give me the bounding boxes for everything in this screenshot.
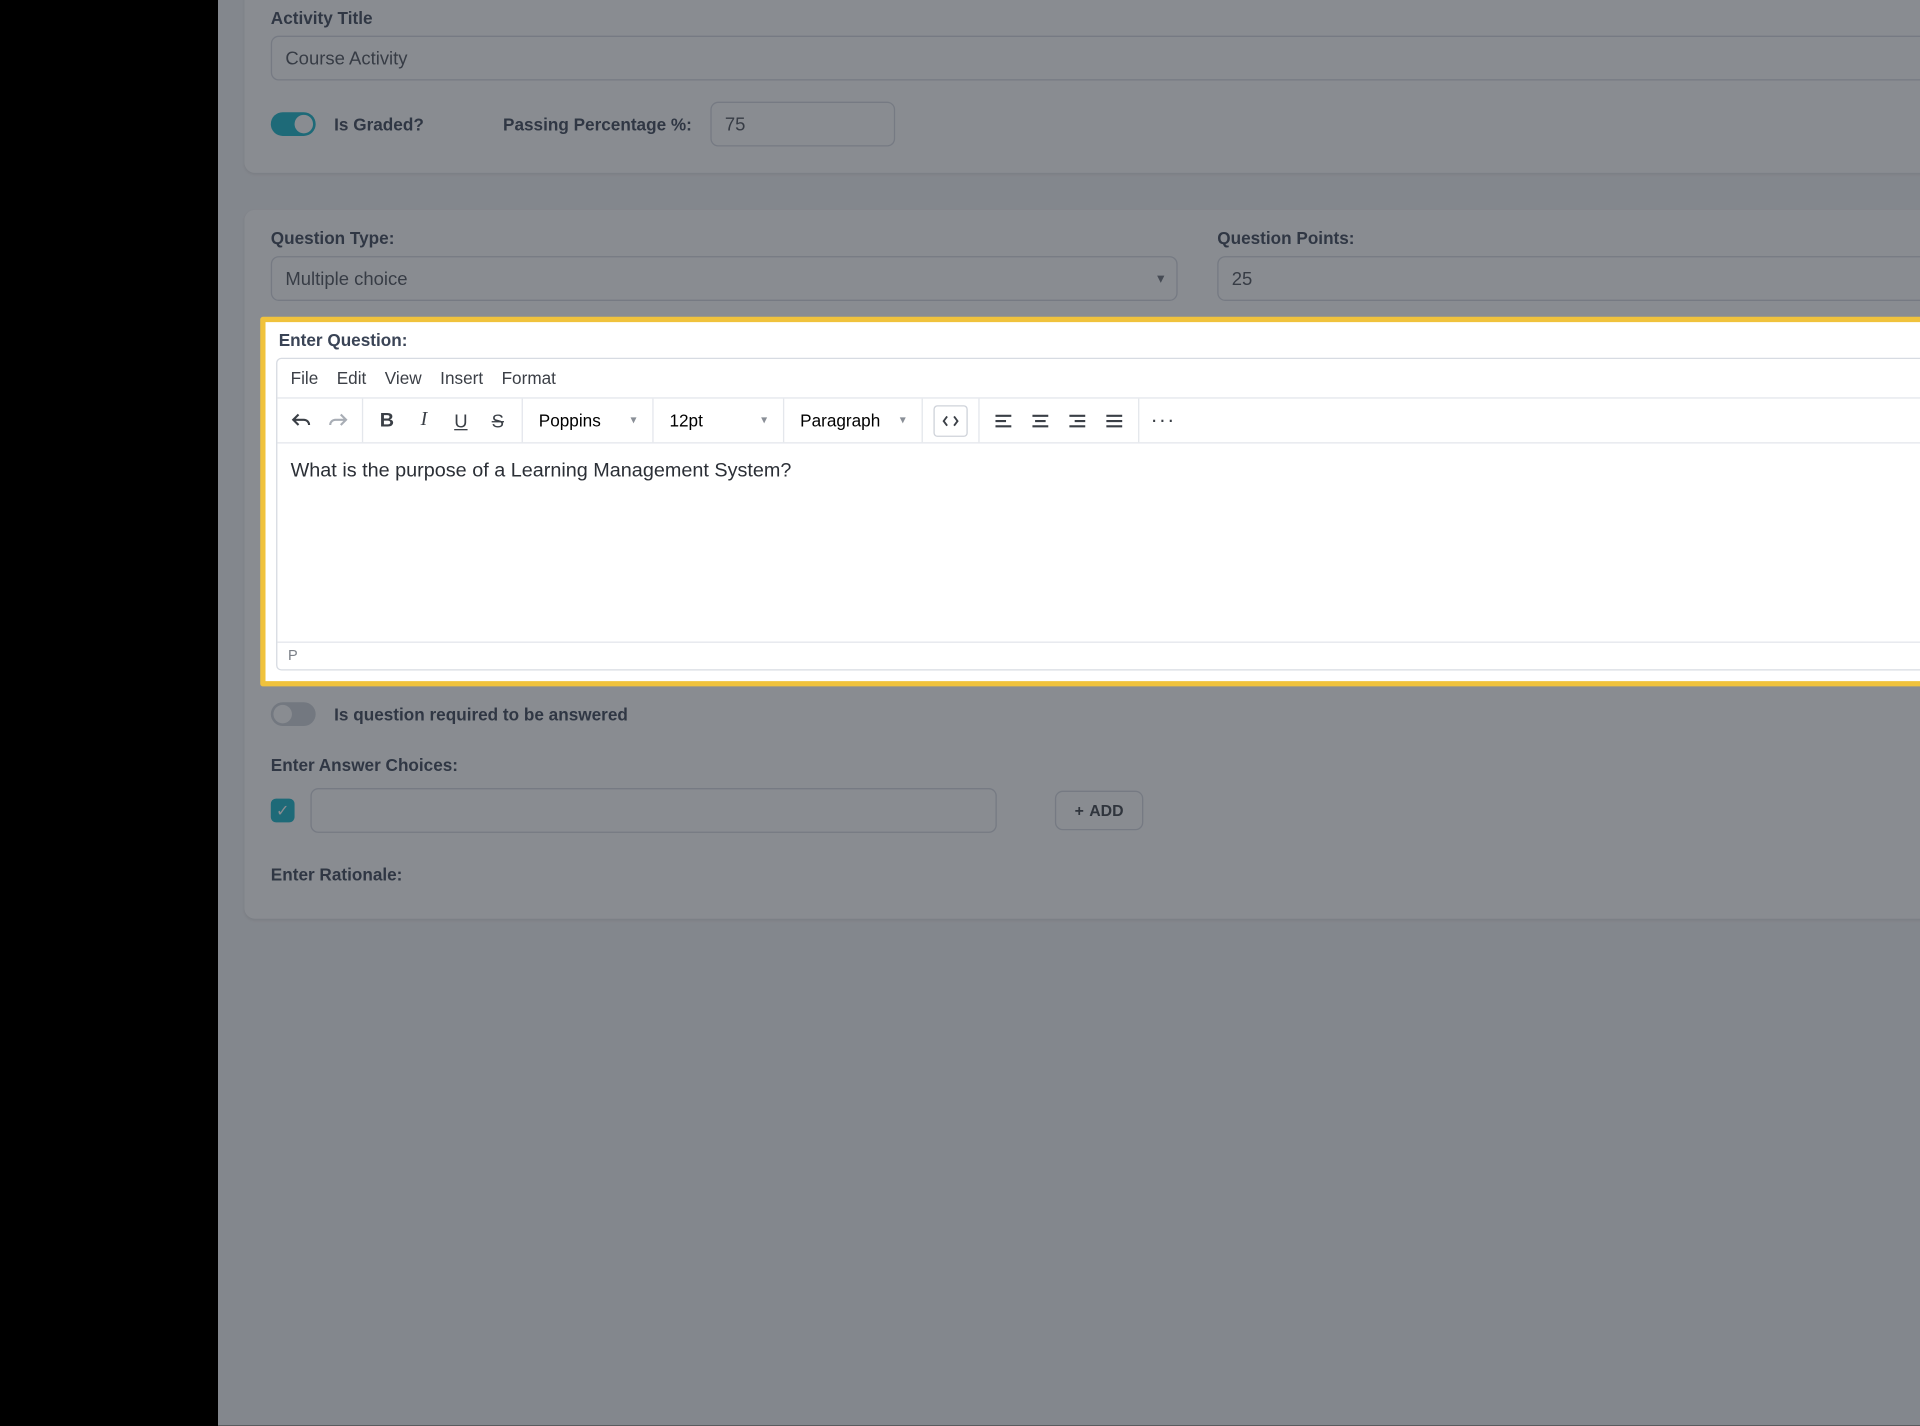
editor-content[interactable]: What is the purpose of a Learning Manage… xyxy=(277,444,1920,642)
align-left-button[interactable] xyxy=(985,402,1022,439)
chevron-down-icon: ▾ xyxy=(630,413,636,428)
answer-choice-input[interactable] xyxy=(310,788,996,833)
question-points-label: Question Points: xyxy=(1217,228,1920,248)
editor-toolbar: B I U S Poppins ▾ xyxy=(277,399,1920,444)
editor-path: P xyxy=(288,648,298,664)
italic-button[interactable]: I xyxy=(405,402,442,439)
question-type-label: Question Type: xyxy=(271,228,1178,248)
font-size-value: 12pt xyxy=(669,411,702,431)
menu-view[interactable]: View xyxy=(385,368,422,388)
is-graded-toggle[interactable] xyxy=(271,112,316,136)
chevron-down-icon: ▾ xyxy=(900,413,906,428)
strikethrough-button[interactable]: S xyxy=(479,402,516,439)
menu-format[interactable]: Format xyxy=(502,368,556,388)
plus-icon: + xyxy=(1075,801,1084,819)
underline-button[interactable]: U xyxy=(442,402,479,439)
enter-question-label: Enter Question: xyxy=(279,330,1920,350)
activity-title-label: Activity Title xyxy=(271,8,1920,28)
answer-correct-checkbox[interactable]: ✓ xyxy=(271,799,295,823)
rich-text-editor: File Edit View Insert Format xyxy=(276,358,1920,671)
is-graded-label: Is Graded? xyxy=(334,114,424,134)
chevron-down-icon: ▾ xyxy=(761,413,767,428)
activity-title-input[interactable] xyxy=(271,36,1920,81)
menu-edit[interactable]: Edit xyxy=(337,368,367,388)
passing-percentage-label: Passing Percentage %: xyxy=(503,114,692,134)
menu-insert[interactable]: Insert xyxy=(440,368,483,388)
add-answer-button[interactable]: + ADD xyxy=(1055,791,1143,831)
question-card: Question Type: ▾ Question Points: Enter … xyxy=(244,210,1920,919)
block-format-select[interactable]: Paragraph ▾ xyxy=(790,411,917,431)
align-center-button[interactable] xyxy=(1022,402,1059,439)
align-justify-button[interactable] xyxy=(1096,402,1133,439)
passing-percentage-input[interactable] xyxy=(710,102,895,147)
enter-question-highlight: Enter Question: File Edit View Insert Fo… xyxy=(260,317,1920,687)
menu-file[interactable]: File xyxy=(291,368,319,388)
editor-menubar: File Edit View Insert Format xyxy=(277,359,1920,399)
redo-button[interactable] xyxy=(320,402,357,439)
activity-settings-card: Activity Title Is Graded? Passing Percen… xyxy=(244,0,1920,173)
font-family-value: Poppins xyxy=(539,411,601,431)
editor-statusbar: P 9 WORDS xyxy=(277,642,1920,670)
more-button[interactable]: ··· xyxy=(1145,402,1182,439)
question-required-toggle[interactable] xyxy=(271,702,316,726)
rationale-label: Enter Rationale: xyxy=(271,865,1920,885)
add-answer-label: ADD xyxy=(1089,801,1123,819)
code-button[interactable] xyxy=(933,405,967,437)
font-family-select[interactable]: Poppins ▾ xyxy=(528,411,647,431)
answer-choices-label: Enter Answer Choices: xyxy=(271,755,1920,775)
bold-button[interactable]: B xyxy=(368,402,405,439)
align-right-button[interactable] xyxy=(1059,402,1096,439)
block-format-value: Paragraph xyxy=(800,411,880,431)
question-points-input[interactable] xyxy=(1217,256,1920,301)
undo-button[interactable] xyxy=(283,402,320,439)
question-required-label: Is question required to be answered xyxy=(334,704,628,724)
font-size-select[interactable]: 12pt ▾ xyxy=(659,411,778,431)
question-type-select[interactable] xyxy=(271,256,1178,301)
